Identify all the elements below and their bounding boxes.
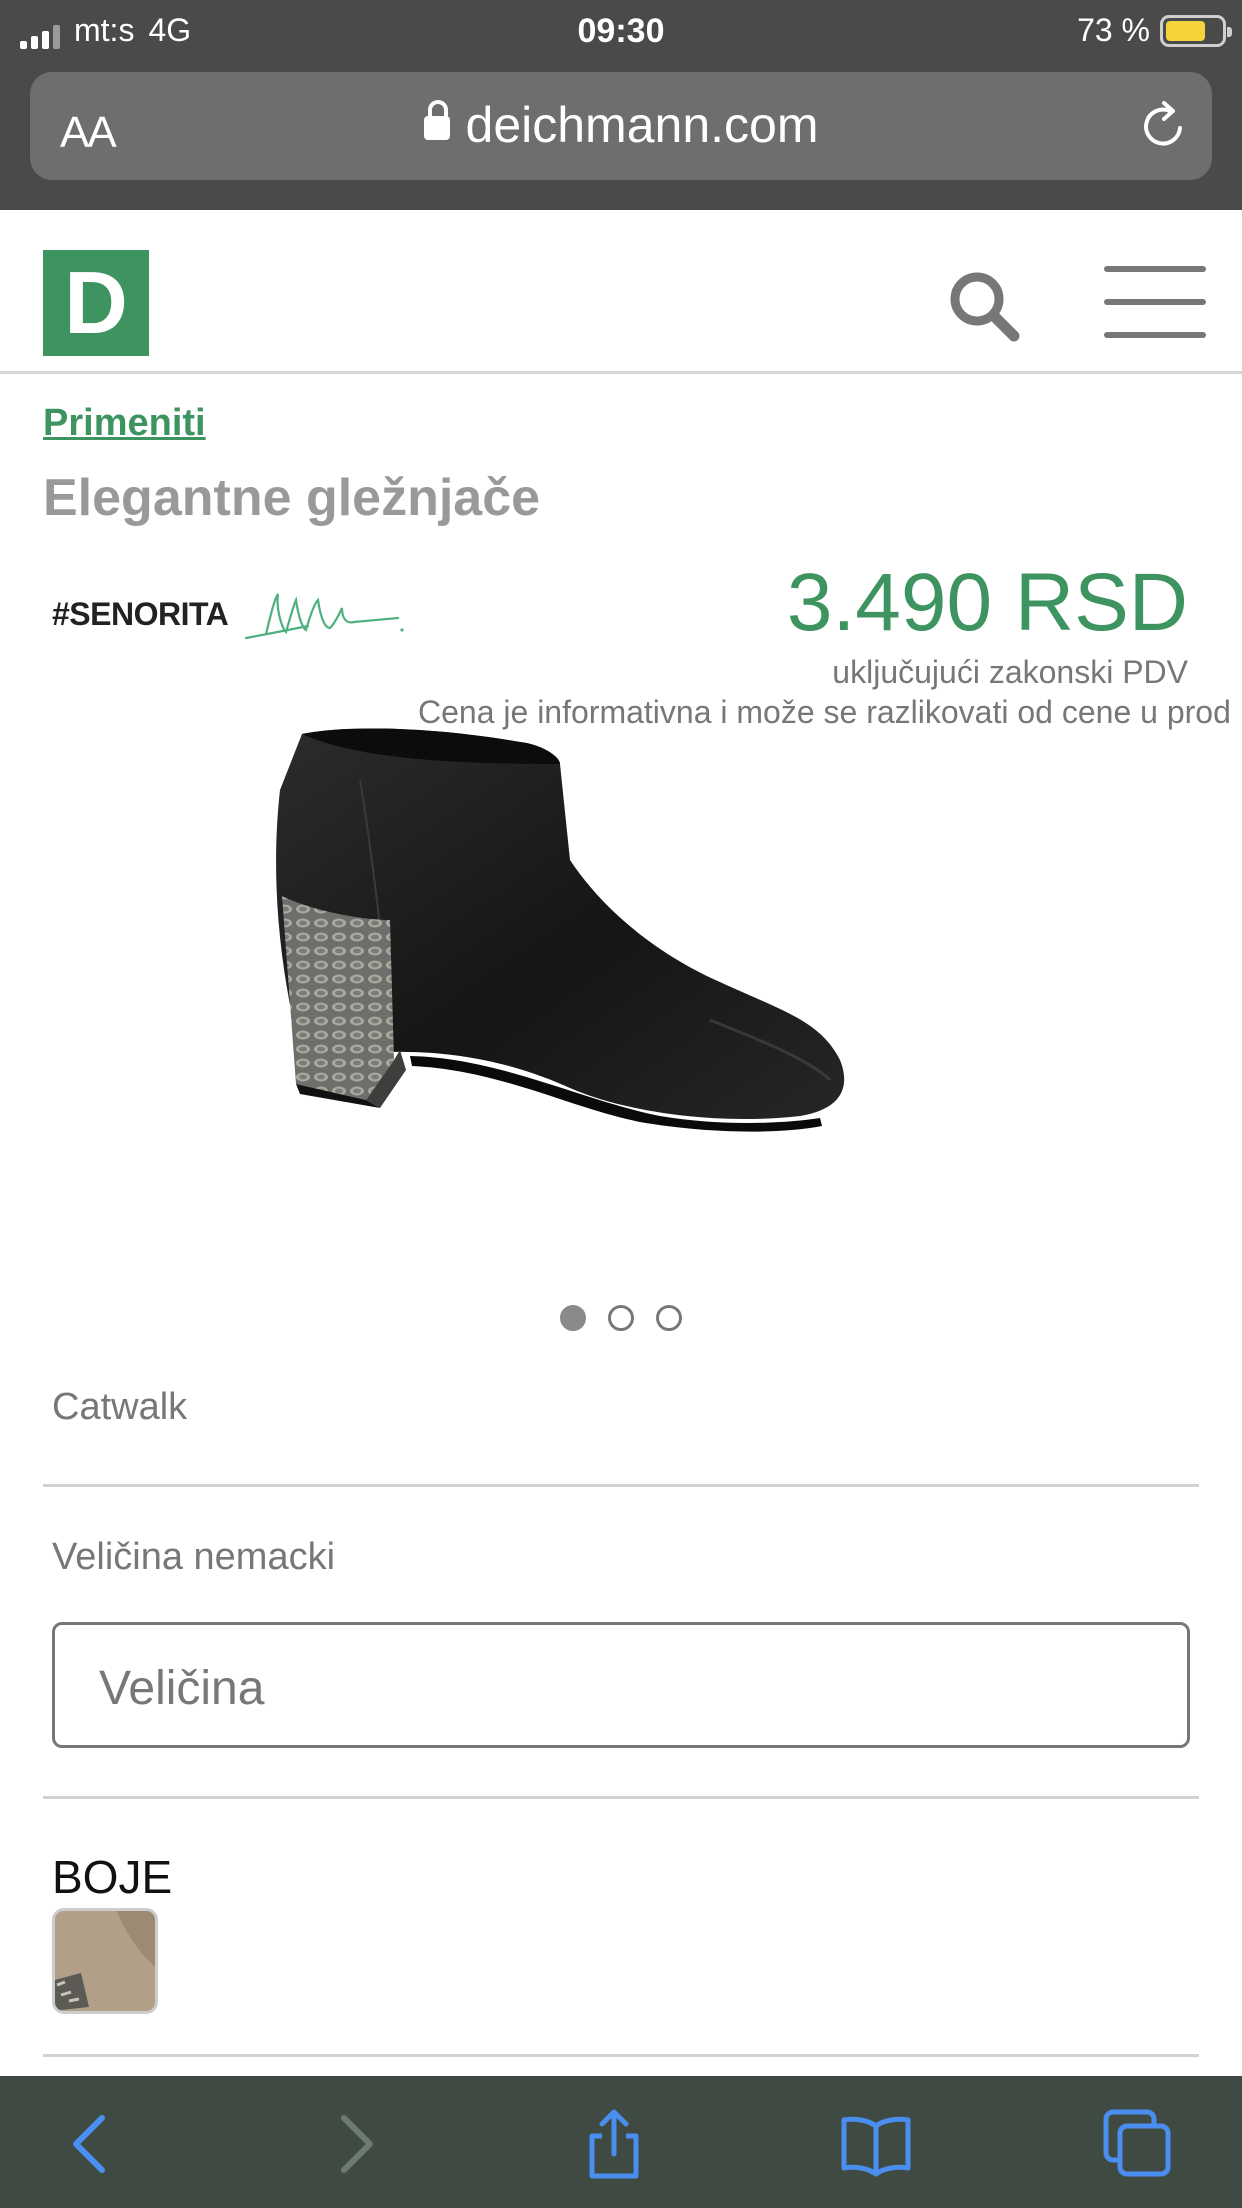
brand-name[interactable]: Catwalk: [52, 1386, 187, 1429]
reload-icon[interactable]: [1136, 98, 1192, 154]
status-bar: mt:s 4G 09:30 73 %: [0, 0, 1242, 64]
status-right: 73 %: [1077, 12, 1232, 49]
gallery-dot[interactable]: [560, 1305, 586, 1331]
divider: [43, 1484, 1199, 1487]
bookmarks-icon[interactable]: [840, 2108, 912, 2180]
product-image[interactable]: [240, 720, 1000, 1300]
signature-logo: [244, 593, 404, 640]
forward-icon[interactable]: [318, 2108, 390, 2180]
domain-text: deichmann.com: [465, 97, 819, 153]
lock-icon: [423, 100, 450, 140]
address-bar[interactable]: AA deichmann.com: [30, 72, 1212, 180]
clock: 09:30: [577, 12, 665, 50]
browser-toolbar: [0, 2076, 1242, 2208]
color-swatch-beige[interactable]: [52, 1908, 158, 2014]
battery-icon: [1160, 14, 1232, 47]
size-dropdown[interactable]: Veličina: [52, 1622, 1190, 1748]
vat-note: uključujući zakonski PDV: [832, 654, 1188, 690]
share-icon[interactable]: [578, 2108, 650, 2180]
breadcrumb-link[interactable]: Primeniti: [43, 402, 206, 445]
brand-tag: #SENORITA: [52, 596, 229, 632]
size-placeholder: Veličina: [99, 1662, 265, 1715]
gallery-indicator: [560, 1305, 682, 1331]
brand-logo: #SENORITA: [52, 582, 412, 672]
search-icon[interactable]: [944, 266, 1024, 346]
url-display[interactable]: deichmann.com: [30, 96, 1212, 154]
divider: [43, 1796, 1199, 1799]
tabs-icon[interactable]: [1102, 2108, 1174, 2180]
back-icon[interactable]: [56, 2108, 128, 2180]
product-price: 3.490 RSD: [786, 557, 1188, 648]
divider: [43, 2054, 1199, 2057]
gallery-dot[interactable]: [608, 1305, 634, 1331]
product-title: Elegantne gležnjače: [43, 469, 541, 527]
color-swatch-image: [55, 1911, 155, 2011]
browser-address-area: AA deichmann.com: [0, 64, 1242, 210]
battery-percent: 73 %: [1077, 12, 1150, 48]
site-header: D: [0, 210, 1242, 374]
deichmann-logo[interactable]: D: [43, 250, 149, 356]
colors-heading: BOJE: [52, 1851, 173, 1903]
size-label: Veličina nemacki: [52, 1536, 336, 1578]
gallery-dot[interactable]: [656, 1305, 682, 1331]
battery-fill: [1166, 20, 1206, 41]
hamburger-menu-icon[interactable]: [1104, 266, 1206, 338]
